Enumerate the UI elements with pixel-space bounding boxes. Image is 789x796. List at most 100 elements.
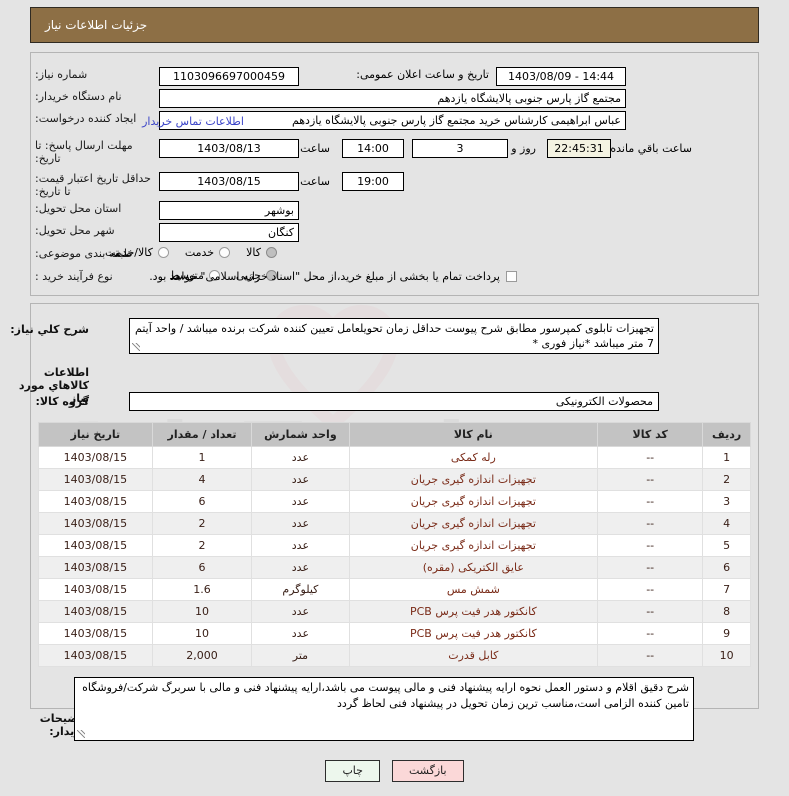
price-validity-time-label: ساعت	[300, 175, 330, 188]
cell-code: --	[597, 446, 704, 469]
cell-radif: 6	[702, 556, 751, 579]
print-button[interactable]: چاپ	[325, 760, 380, 782]
response-deadline-time[interactable]: 14:00	[342, 139, 404, 158]
cell-qty: 4	[151, 468, 253, 491]
page-title: جزئیات اطلاعات نیاز	[45, 18, 148, 32]
goods-group-value[interactable]: محصولات الکترونیکی	[129, 392, 659, 411]
response-deadline-days[interactable]: 3	[412, 139, 508, 158]
cell-radif: 10	[702, 644, 751, 667]
row-price-validity: حداقل تاریخ اعتبار قیمت: تا تاریخ:	[31, 172, 153, 198]
cell-radif: 2	[702, 468, 751, 491]
general-desc-textarea[interactable]: تجهیزات تابلوی کمپرسور مطابق شرح پیوست ح…	[129, 318, 659, 354]
buyer-notes-textarea[interactable]: شرح دقیق اقلام و دستور العمل نحوه ارایه …	[74, 677, 694, 741]
cell-unit: عدد	[251, 556, 350, 579]
response-deadline-countdown: 22:45:31	[547, 139, 611, 158]
cell-unit: عدد	[251, 468, 350, 491]
cell-qty: 1	[151, 446, 253, 469]
radio-subject-goods-service[interactable]: کالا/خدمت	[105, 246, 169, 259]
radio-circle-icon	[219, 247, 231, 258]
cell-radif: 9	[702, 622, 751, 645]
public-announce-value[interactable]: 1403/08/09 - 14:44	[496, 67, 626, 86]
cell-code: --	[597, 578, 704, 601]
table-row: 10 -- کابل قدرت متر 2,000 1403/08/15	[38, 644, 751, 667]
cell-unit: عدد	[251, 490, 350, 513]
subject-category-radios: کالا خدمت کالا/خدمت	[89, 246, 277, 259]
delivery-province-value[interactable]: بوشهر	[159, 201, 299, 220]
cell-name: کانکتور هدر فیت پرس PCB	[348, 622, 599, 645]
table-row: 7 -- شمش مس کیلوگرم 1.6 1403/08/15	[38, 578, 751, 601]
cell-qty: 2	[151, 534, 253, 557]
cell-unit: عدد	[251, 534, 350, 557]
price-validity-date[interactable]: 1403/08/15	[159, 172, 299, 191]
back-button[interactable]: بازگشت	[391, 760, 464, 782]
cell-qty: 1.6	[151, 578, 253, 601]
cell-code: --	[597, 622, 704, 645]
response-deadline-days-label: روز و	[511, 142, 536, 155]
price-validity-time[interactable]: 19:00	[342, 172, 404, 191]
cell-name: تجهیزات اندازه گیری جریان	[348, 512, 599, 535]
table-row: 4 -- تجهیزات اندازه گیری جریان عدد 2 1403/08/…	[38, 512, 751, 535]
cell-radif: 7	[702, 578, 751, 601]
cell-code: --	[597, 556, 704, 579]
cell-qty: 10	[151, 622, 253, 645]
table-row: 1 -- رله کمکی عدد 1 1403/08/15	[38, 446, 751, 469]
row-purchase-process: نوع فرآیند خرید :	[31, 270, 153, 284]
cell-name: تجهیزات اندازه گیری جریان	[348, 490, 599, 513]
cell-date: 1403/08/15	[38, 512, 153, 535]
cell-date: 1403/08/15	[38, 490, 153, 513]
cell-unit: عدد	[251, 512, 350, 535]
table-row: 8 -- کانکتور هدر فیت پرس PCB عدد 10 1403/08/1…	[38, 600, 751, 623]
table-row: 2 -- تجهیزات اندازه گیری جریان عدد 4 1403/08/…	[38, 468, 751, 491]
treasury-note-checkbox[interactable]	[506, 271, 517, 282]
response-deadline-date[interactable]: 1403/08/13	[159, 139, 299, 158]
cell-radif: 8	[702, 600, 751, 623]
cell-code: --	[597, 512, 704, 535]
cell-date: 1403/08/15	[38, 578, 153, 601]
cell-radif: 4	[702, 512, 751, 535]
buyer-org-value[interactable]: مجتمع گاز پارس جنوبی پالایشگاه یازدهم	[159, 89, 626, 108]
cell-unit: کیلوگرم	[251, 578, 350, 601]
cell-unit: عدد	[251, 622, 350, 645]
cell-qty: 2,000	[151, 644, 253, 667]
page-root: AriaTender.net جزئیات اطلاعات نیاز شماره…	[0, 0, 789, 796]
radio-subject-goods-label: کالا	[246, 246, 261, 259]
cell-unit: عدد	[251, 600, 350, 623]
treasury-note-label: پرداخت تمام یا بخشی از مبلغ خرید،از محل …	[149, 270, 500, 283]
cell-name: رله کمکی	[348, 446, 599, 469]
public-announce-label: تاریخ و ساعت اعلان عمومی:	[356, 68, 489, 81]
delivery-city-value[interactable]: کنگان	[159, 223, 299, 242]
cell-code: --	[597, 600, 704, 623]
page-title-bar: جزئیات اطلاعات نیاز	[30, 7, 759, 43]
table-row: 5 -- تجهیزات اندازه گیری جریان عدد 2 1403/08/…	[38, 534, 751, 557]
cell-unit: متر	[251, 644, 350, 667]
radio-subject-service-label: خدمت	[184, 246, 215, 259]
radio-subject-goods[interactable]: کالا	[246, 246, 277, 259]
requester-label: ایجاد کننده درخواست:	[35, 112, 137, 125]
cell-date: 1403/08/15	[38, 446, 153, 469]
need-number-value[interactable]: 1103096697000459	[159, 67, 299, 86]
purchase-process-label: نوع فرآیند خرید :	[35, 270, 113, 283]
cell-qty: 6	[151, 490, 253, 513]
cell-code: --	[597, 534, 704, 557]
row-buyer-org: نام دستگاه خریدار:	[31, 90, 153, 104]
buyer-org-label: نام دستگاه خریدار:	[35, 90, 122, 103]
row-requester: ایجاد کننده درخواست:	[31, 112, 153, 126]
radio-subject-service[interactable]: خدمت	[184, 246, 231, 259]
col-header-qty: تعداد / مقدار	[151, 422, 253, 447]
radio-subject-goods-service-label: کالا/خدمت	[105, 246, 153, 259]
cell-date: 1403/08/15	[38, 600, 153, 623]
cell-date: 1403/08/15	[38, 534, 153, 557]
cell-name: کانکتور هدر فیت پرس PCB	[348, 600, 599, 623]
response-deadline-time-label: ساعت	[300, 142, 330, 155]
row-delivery-city: شهر محل تحویل:	[31, 224, 153, 238]
cell-name: عایق الکتریکی (مقره)	[348, 556, 599, 579]
table-row: 9 -- کانکتور هدر فیت پرس PCB عدد 10 1403/08/1…	[38, 622, 751, 645]
cell-date: 1403/08/15	[38, 468, 153, 491]
goods-group-label: گروه کالا:	[35, 395, 89, 408]
response-deadline-countdown-label: ساعت باقي مانده	[610, 142, 692, 155]
delivery-province-label: استان محل تحویل:	[35, 202, 122, 215]
need-number-label: شماره نیاز:	[35, 68, 88, 81]
col-header-unit: واحد شمارش	[251, 422, 350, 447]
row-need-number: شماره نیاز:	[31, 68, 153, 82]
buyer-contact-link[interactable]: اطلاعات تماس خریدار	[142, 112, 244, 131]
